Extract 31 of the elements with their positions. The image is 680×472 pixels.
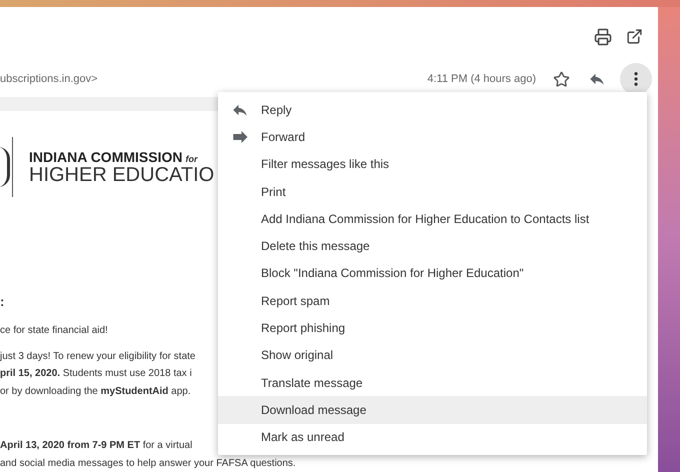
menu-item[interactable]: Download message <box>218 396 647 424</box>
logo-divider <box>12 137 13 197</box>
menu-item[interactable]: Delete this message <box>218 232 647 260</box>
greeting-text: : <box>0 295 4 308</box>
menu-item[interactable]: Block "Indiana Commission for Higher Education" <box>218 260 647 288</box>
print-icon[interactable] <box>594 28 612 46</box>
menu-item[interactable]: Translate message <box>218 368 647 396</box>
menu-item[interactable]: Reply <box>218 96 647 124</box>
menu-item[interactable]: Filter messages like this <box>218 150 647 178</box>
open-in-new-window-icon[interactable] <box>626 28 643 45</box>
more-options-button[interactable] <box>620 63 652 95</box>
message-time: 4:11 PM (4 hours ago) <box>427 72 536 87</box>
logo-for: for <box>185 154 198 164</box>
menu-item[interactable]: Forward <box>218 123 647 151</box>
body-text-line: ce for state financial aid! <box>0 324 108 338</box>
logo-title: INDIANA COMMISSION <box>29 150 182 164</box>
sender-address: ubscriptions.in.gov> <box>0 72 98 87</box>
body-text-line: just 3 days! To renew your eligibility for state <box>0 350 196 364</box>
menu-item[interactable]: Add Indiana Commission for Higher Education to Contacts list <box>218 205 647 232</box>
menu-item[interactable]: Show original <box>218 342 647 369</box>
star-icon[interactable] <box>553 70 570 88</box>
menu-item[interactable]: Mark as unread <box>218 424 647 451</box>
menu-item[interactable]: Print <box>218 178 647 206</box>
logo-subtitle: HIGHER EDUCATIO <box>29 164 214 184</box>
menu-item[interactable]: Report phishing <box>218 314 647 342</box>
menu-item[interactable]: Report spam <box>218 287 647 314</box>
body-text-line: April 13, 2020 from 7-9 PM ET for a virtual <box>0 439 192 453</box>
body-text-line: pril 15, 2020. Students must use 2018 tax i <box>0 367 192 381</box>
body-text-line: and social media messages to help answer your FAFSA questions. <box>0 456 296 470</box>
body-text-line: or by downloading the myStudentAid app. <box>0 384 191 398</box>
more-options-icon <box>634 72 638 86</box>
